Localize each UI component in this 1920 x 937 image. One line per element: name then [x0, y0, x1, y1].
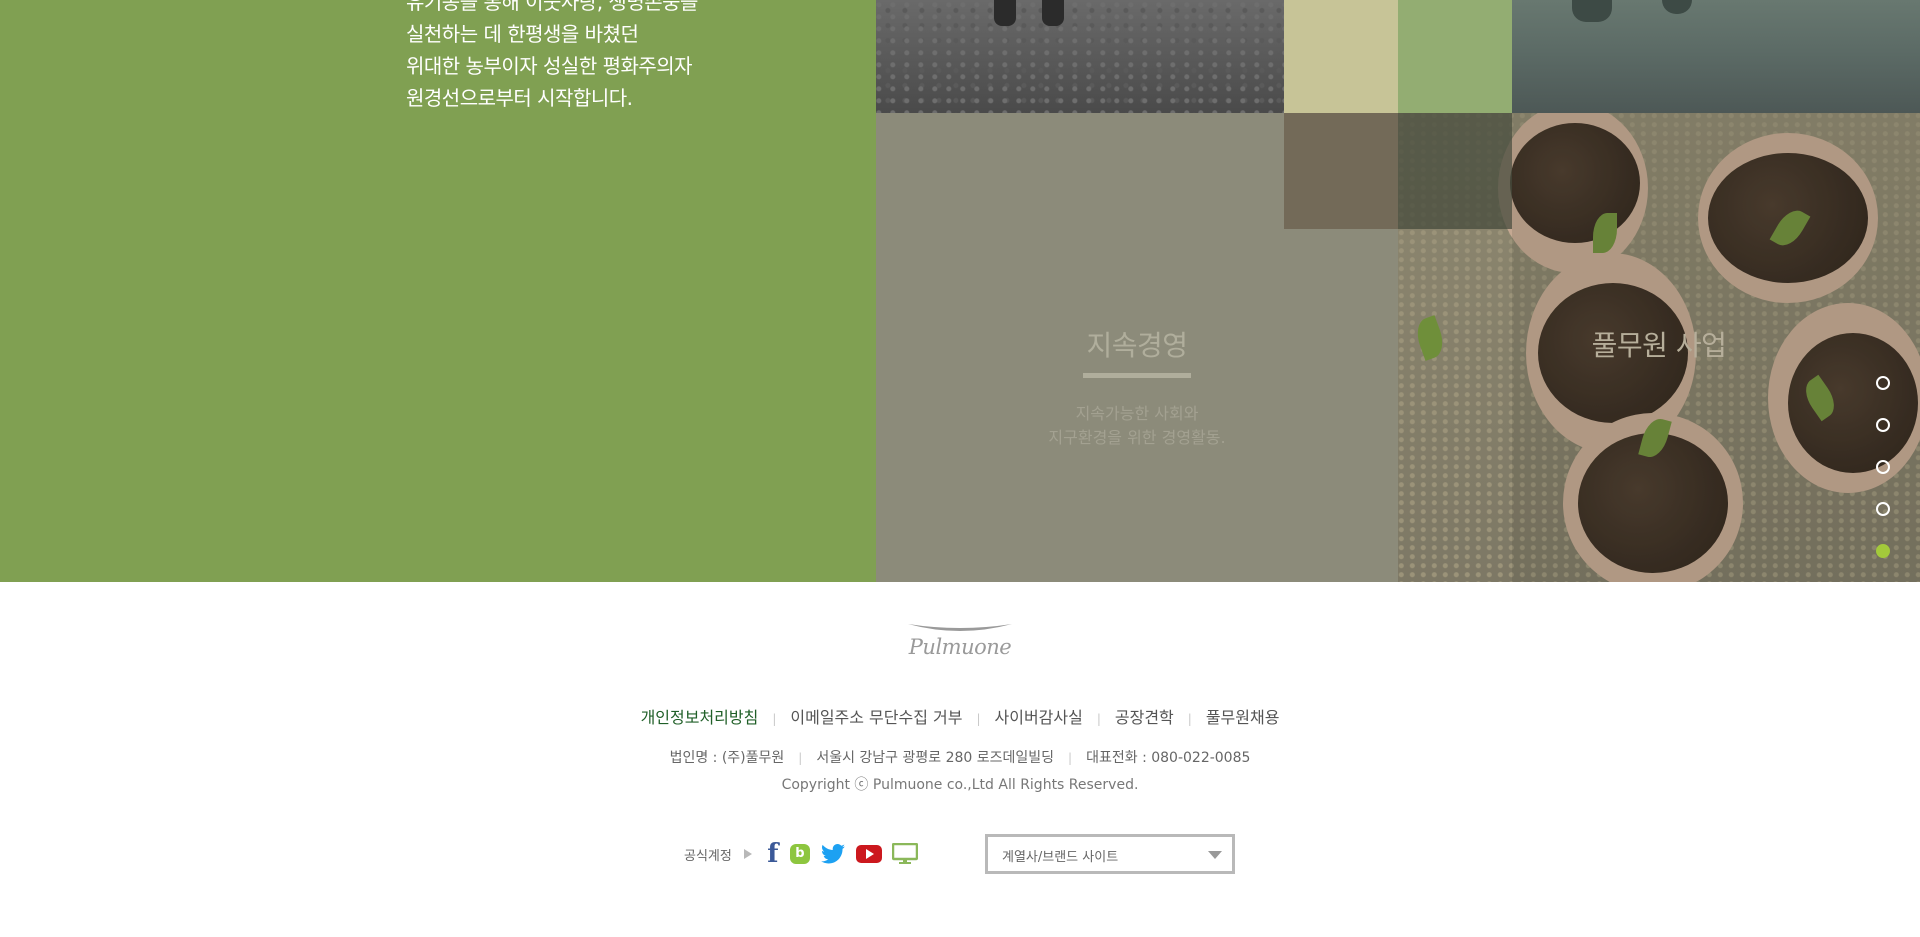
arrow-right-icon — [743, 849, 752, 859]
family-site-select-value: 계열사/브랜드 사이트 — [1002, 850, 1119, 865]
decor-tile — [1398, 113, 1512, 229]
intro-panel: 유기농을 통해 이웃사랑, 생명존중을 실천하는 데 한평생을 바쳤던 위대한 … — [0, 0, 876, 582]
intro-line: 원경선으로부터 시작합니다. — [406, 86, 633, 110]
pager-dot[interactable] — [1876, 502, 1890, 516]
recruit-link[interactable]: 풀무원채용 — [1206, 708, 1280, 727]
pager-dot[interactable] — [1876, 376, 1890, 390]
footer-links: 개인정보처리방침 | 이메일주소 무단수집 거부 | 사이버감사실 | 공장견학 | 풀무원채용 — [640, 708, 1280, 727]
decor-tile — [1284, 113, 1398, 229]
chevron-down-icon — [1208, 851, 1222, 859]
family-site-select[interactable]: 계열사/브랜드 사이트 — [985, 834, 1235, 874]
official-accounts: 공식계정 f b — [684, 839, 918, 869]
email-refusal-link[interactable]: 이메일주소 무단수집 거부 — [790, 708, 962, 727]
phone: 대표전화 : 080-022-0085 — [1086, 750, 1251, 766]
pager-dot[interactable] — [1876, 460, 1890, 474]
farmer-feet-photo — [876, 0, 1284, 113]
cyber-audit-link[interactable]: 사이버감사실 — [995, 708, 1083, 727]
factory-tour-link[interactable]: 공장견학 — [1115, 708, 1174, 727]
intro-line: 실천하는 데 한평생을 바쳤던 — [406, 22, 639, 46]
company-info: 법인명 : (주)풀무원 | 서울시 강남구 광평로 280 로즈데일빌딩 | 대표전화… — [669, 750, 1251, 766]
pc-site-icon[interactable] — [891, 842, 918, 866]
field-photo — [1512, 0, 1920, 113]
business-title[interactable]: 풀무원 사업 — [1398, 324, 1920, 364]
twitter-icon[interactable] — [820, 842, 846, 866]
logo-text: Pulmuone — [908, 635, 1012, 659]
decor-tile — [1398, 0, 1512, 113]
privacy-policy-link[interactable]: 개인정보처리방침 — [641, 708, 759, 727]
blog-icon[interactable]: b — [789, 844, 810, 864]
title-underline — [1083, 373, 1191, 378]
official-label: 공식계정 — [684, 848, 732, 864]
pulmuone-logo[interactable]: Pulmuone — [900, 620, 1020, 670]
pager-dot-active[interactable] — [1876, 544, 1890, 558]
pager-dot[interactable] — [1876, 418, 1890, 432]
facebook-icon[interactable]: f — [766, 839, 780, 869]
intro-line: 위대한 농부이자 성실한 평화주의자 — [406, 54, 693, 78]
footer: Pulmuone 개인정보처리방침 | 이메일주소 무단수집 거부 | 사이버감사실 | 공… — [0, 582, 1920, 937]
intro-text: 유기농을 통해 이웃사랑, 생명존중을 실천하는 데 한평생을 바쳤던 위대한 … — [406, 0, 826, 114]
copyright: Copyright ⓒ Pulmuone co.,Ltd All Rights … — [781, 777, 1139, 793]
sustainability-description: 지속가능한 사회와 지구환경을 위한 경영활동. — [1048, 404, 1226, 447]
main-visual: 유기농을 통해 이웃사랑, 생명존중을 실천하는 데 한평생을 바쳤던 위대한 … — [0, 0, 1920, 582]
corp-name: 법인명 : (주)풀무원 — [669, 750, 785, 766]
address: 서울시 강남구 광평로 280 로즈데일빌딩 — [816, 750, 1055, 766]
youtube-icon[interactable] — [855, 842, 882, 866]
decor-tile — [1284, 0, 1398, 113]
sustainability-title[interactable]: 지속경영 — [876, 324, 1398, 364]
intro-line: 유기농을 통해 이웃사랑, 생명존중을 — [406, 0, 698, 14]
